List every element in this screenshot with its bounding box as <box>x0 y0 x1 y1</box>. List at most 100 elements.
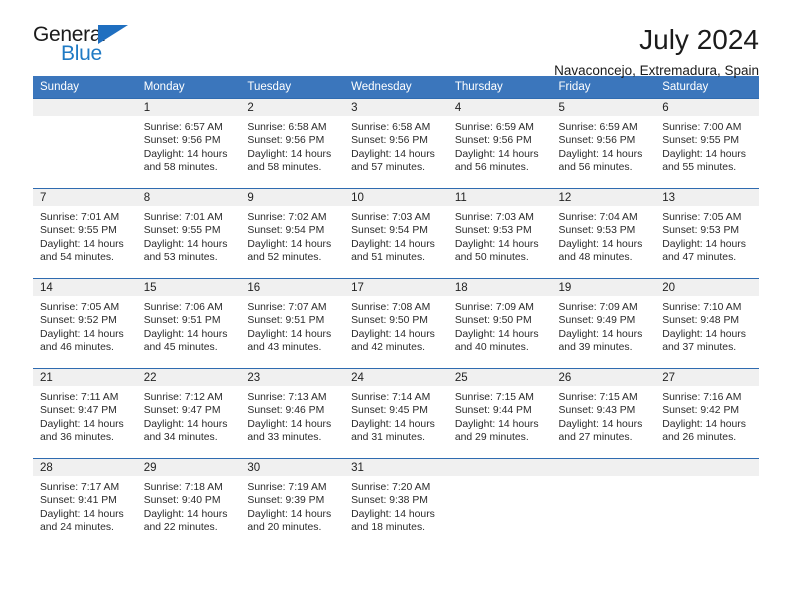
calendar-header-row: Sunday Monday Tuesday Wednesday Thursday Frid… <box>33 76 759 99</box>
day-cell[interactable]: 21 Sunrise: 7:11 AM Sunset: 9:47 PM Dayligh… <box>33 368 137 459</box>
daylight-text-line1: Daylight: 14 hours <box>351 508 435 520</box>
daylight-text-line1: Daylight: 14 hours <box>351 148 435 160</box>
day-details <box>655 476 759 481</box>
sunset-text: Sunset: 9:55 PM <box>662 135 740 147</box>
day-cell[interactable]: 14 Sunrise: 7:05 AM Sunset: 9:52 PM Dayligh… <box>33 278 137 369</box>
daylight-text-line1: Daylight: 14 hours <box>247 418 332 430</box>
day-number: 23 <box>240 369 345 386</box>
day-cell-empty <box>33 98 137 189</box>
day-number: 7 <box>33 189 137 206</box>
day-cell[interactable]: 7 Sunrise: 7:01 AM Sunset: 9:55 PM Daylight… <box>33 188 137 279</box>
daylight-text-line1: Daylight: 14 hours <box>454 418 539 430</box>
day-cell-inner: 22 Sunrise: 7:12 AM Sunset: 9:47 PM Dayligh… <box>136 369 241 458</box>
day-cell[interactable]: 23 Sunrise: 7:13 AM Sunset: 9:46 PM Dayligh… <box>240 368 345 459</box>
daylight-text-line2: and 45 minutes. <box>143 342 218 354</box>
sunset-text: Sunset: 9:48 PM <box>662 315 740 327</box>
day-cell[interactable]: 3 Sunrise: 6:58 AM Sunset: 9:56 PM Daylight… <box>344 98 448 189</box>
daylight-text-line2: and 33 minutes. <box>247 432 322 444</box>
daylight-text-line2: and 27 minutes. <box>558 432 633 444</box>
day-cell-inner: 21 Sunrise: 7:11 AM Sunset: 9:47 PM Dayligh… <box>33 369 137 458</box>
day-cell[interactable]: 19 Sunrise: 7:09 AM Sunset: 9:49 PM Dayligh… <box>551 278 656 369</box>
day-details: Sunrise: 7:15 AM Sunset: 9:44 PM Daylight:… <box>448 386 552 445</box>
sunset-text: Sunset: 9:43 PM <box>558 405 636 417</box>
day-cell-inner: 26 Sunrise: 7:15 AM Sunset: 9:43 PM Dayligh… <box>551 369 656 458</box>
day-cell[interactable]: 28 Sunrise: 7:17 AM Sunset: 9:41 PM Dayligh… <box>33 458 137 548</box>
sunrise-text: Sunrise: 7:05 AM <box>40 302 120 313</box>
day-details: Sunrise: 7:15 AM Sunset: 9:43 PM Daylight:… <box>552 386 656 445</box>
day-cell[interactable]: 29 Sunrise: 7:18 AM Sunset: 9:40 PM Dayligh… <box>136 458 241 548</box>
day-cell[interactable]: 4 Sunrise: 6:59 AM Sunset: 9:56 PM Daylight… <box>447 98 552 189</box>
day-details: Sunrise: 7:11 AM Sunset: 9:47 PM Daylight:… <box>33 386 137 445</box>
day-cell-inner: 9 Sunrise: 7:02 AM Sunset: 9:54 PM Daylight… <box>240 189 345 278</box>
sunset-text: Sunset: 9:51 PM <box>143 315 221 327</box>
day-cell[interactable]: 26 Sunrise: 7:15 AM Sunset: 9:43 PM Dayligh… <box>551 368 656 459</box>
day-cell[interactable]: 24 Sunrise: 7:14 AM Sunset: 9:45 PM Dayligh… <box>344 368 448 459</box>
day-cell-inner: 17 Sunrise: 7:08 AM Sunset: 9:50 PM Dayligh… <box>344 279 448 368</box>
day-cell[interactable]: 10 Sunrise: 7:03 AM Sunset: 9:54 PM Dayligh… <box>344 188 448 279</box>
day-cell-empty <box>655 458 759 548</box>
weekday-header-sunday: Sunday <box>33 76 137 99</box>
day-cell-inner: 8 Sunrise: 7:01 AM Sunset: 9:55 PM Daylight… <box>136 189 241 278</box>
calendar-week-row: 7 Sunrise: 7:01 AM Sunset: 9:55 PM Daylight… <box>33 188 759 279</box>
day-cell[interactable]: 30 Sunrise: 7:19 AM Sunset: 9:39 PM Dayligh… <box>240 458 345 548</box>
day-details: Sunrise: 7:18 AM Sunset: 9:40 PM Daylight:… <box>137 476 241 535</box>
day-cell[interactable]: 13 Sunrise: 7:05 AM Sunset: 9:53 PM Dayligh… <box>655 188 759 279</box>
day-number <box>551 459 656 476</box>
day-details: Sunrise: 7:19 AM Sunset: 9:39 PM Daylight:… <box>240 476 344 535</box>
sunrise-text: Sunrise: 7:06 AM <box>143 302 223 313</box>
day-cell[interactable]: 5 Sunrise: 6:59 AM Sunset: 9:56 PM Daylight… <box>551 98 656 189</box>
day-cell[interactable]: 25 Sunrise: 7:15 AM Sunset: 9:44 PM Dayligh… <box>447 368 552 459</box>
day-details: Sunrise: 7:05 AM Sunset: 9:52 PM Daylight:… <box>33 296 137 355</box>
sunrise-text: Sunrise: 7:03 AM <box>454 212 534 223</box>
brand-logo[interactable]: General Blue <box>33 24 137 70</box>
day-cell-inner: 1 Sunrise: 6:57 AM Sunset: 9:56 PM Daylight… <box>136 99 241 188</box>
day-details: Sunrise: 7:01 AM Sunset: 9:55 PM Daylight:… <box>33 206 137 265</box>
day-cell[interactable]: 17 Sunrise: 7:08 AM Sunset: 9:50 PM Dayligh… <box>344 278 448 369</box>
day-cell-inner: 5 Sunrise: 6:59 AM Sunset: 9:56 PM Daylight… <box>551 99 656 188</box>
day-cell[interactable]: 1 Sunrise: 6:57 AM Sunset: 9:56 PM Daylight… <box>136 98 241 189</box>
sunrise-text: Sunrise: 7:02 AM <box>247 212 327 223</box>
day-cell[interactable]: 11 Sunrise: 7:03 AM Sunset: 9:53 PM Dayligh… <box>447 188 552 279</box>
day-details: Sunrise: 7:03 AM Sunset: 9:53 PM Daylight:… <box>448 206 552 265</box>
day-cell[interactable]: 12 Sunrise: 7:04 AM Sunset: 9:53 PM Dayligh… <box>551 188 656 279</box>
day-cell[interactable]: 22 Sunrise: 7:12 AM Sunset: 9:47 PM Dayligh… <box>136 368 241 459</box>
day-details: Sunrise: 7:07 AM Sunset: 9:51 PM Daylight:… <box>240 296 344 355</box>
day-details: Sunrise: 7:17 AM Sunset: 9:41 PM Daylight:… <box>33 476 137 535</box>
day-number: 5 <box>551 99 656 116</box>
day-number: 10 <box>344 189 448 206</box>
day-cell[interactable]: 31 Sunrise: 7:20 AM Sunset: 9:38 PM Dayligh… <box>344 458 448 548</box>
day-cell[interactable]: 8 Sunrise: 7:01 AM Sunset: 9:55 PM Daylight… <box>136 188 241 279</box>
day-cell-inner: 15 Sunrise: 7:06 AM Sunset: 9:51 PM Dayligh… <box>136 279 241 368</box>
daylight-text-line1: Daylight: 14 hours <box>143 328 228 340</box>
day-number: 24 <box>344 369 448 386</box>
day-details: Sunrise: 7:13 AM Sunset: 9:46 PM Daylight:… <box>240 386 344 445</box>
sunset-text: Sunset: 9:47 PM <box>40 405 117 417</box>
day-cell[interactable]: 18 Sunrise: 7:09 AM Sunset: 9:50 PM Dayligh… <box>447 278 552 369</box>
sunrise-text: Sunrise: 7:15 AM <box>558 392 638 403</box>
day-cell-inner: 3 Sunrise: 6:58 AM Sunset: 9:56 PM Daylight… <box>344 99 448 188</box>
day-cell[interactable]: 2 Sunrise: 6:58 AM Sunset: 9:56 PM Daylight… <box>240 98 345 189</box>
day-cell[interactable]: 15 Sunrise: 7:06 AM Sunset: 9:51 PM Dayligh… <box>136 278 241 369</box>
daylight-text-line2: and 46 minutes. <box>40 342 114 354</box>
day-cell-inner <box>655 459 759 548</box>
day-details: Sunrise: 7:06 AM Sunset: 9:51 PM Daylight:… <box>137 296 241 355</box>
sunrise-text: Sunrise: 7:00 AM <box>662 122 742 133</box>
day-cell[interactable]: 16 Sunrise: 7:07 AM Sunset: 9:51 PM Dayligh… <box>240 278 345 369</box>
day-cell[interactable]: 6 Sunrise: 7:00 AM Sunset: 9:55 PM Daylight… <box>655 98 759 189</box>
day-cell[interactable]: 9 Sunrise: 7:02 AM Sunset: 9:54 PM Daylight… <box>240 188 345 279</box>
sunset-text: Sunset: 9:54 PM <box>247 225 325 237</box>
sunset-text: Sunset: 9:38 PM <box>351 495 428 507</box>
daylight-text-line2: and 54 minutes. <box>40 252 114 264</box>
sunset-text: Sunset: 9:51 PM <box>247 315 325 327</box>
day-cell[interactable]: 20 Sunrise: 7:10 AM Sunset: 9:48 PM Dayligh… <box>655 278 759 369</box>
sunrise-text: Sunrise: 7:05 AM <box>662 212 742 223</box>
day-number: 1 <box>136 99 241 116</box>
sunset-text: Sunset: 9:52 PM <box>40 315 117 327</box>
day-number: 21 <box>33 369 137 386</box>
day-cell[interactable]: 27 Sunrise: 7:16 AM Sunset: 9:42 PM Dayligh… <box>655 368 759 459</box>
day-number: 31 <box>344 459 448 476</box>
day-number: 16 <box>240 279 345 296</box>
daylight-text-line2: and 36 minutes. <box>40 432 114 444</box>
calendar-week-row: 1 Sunrise: 6:57 AM Sunset: 9:56 PM Daylight… <box>33 98 759 189</box>
title-block: July 2024 Navaconcejo, Extremadura, Spai… <box>554 24 759 78</box>
